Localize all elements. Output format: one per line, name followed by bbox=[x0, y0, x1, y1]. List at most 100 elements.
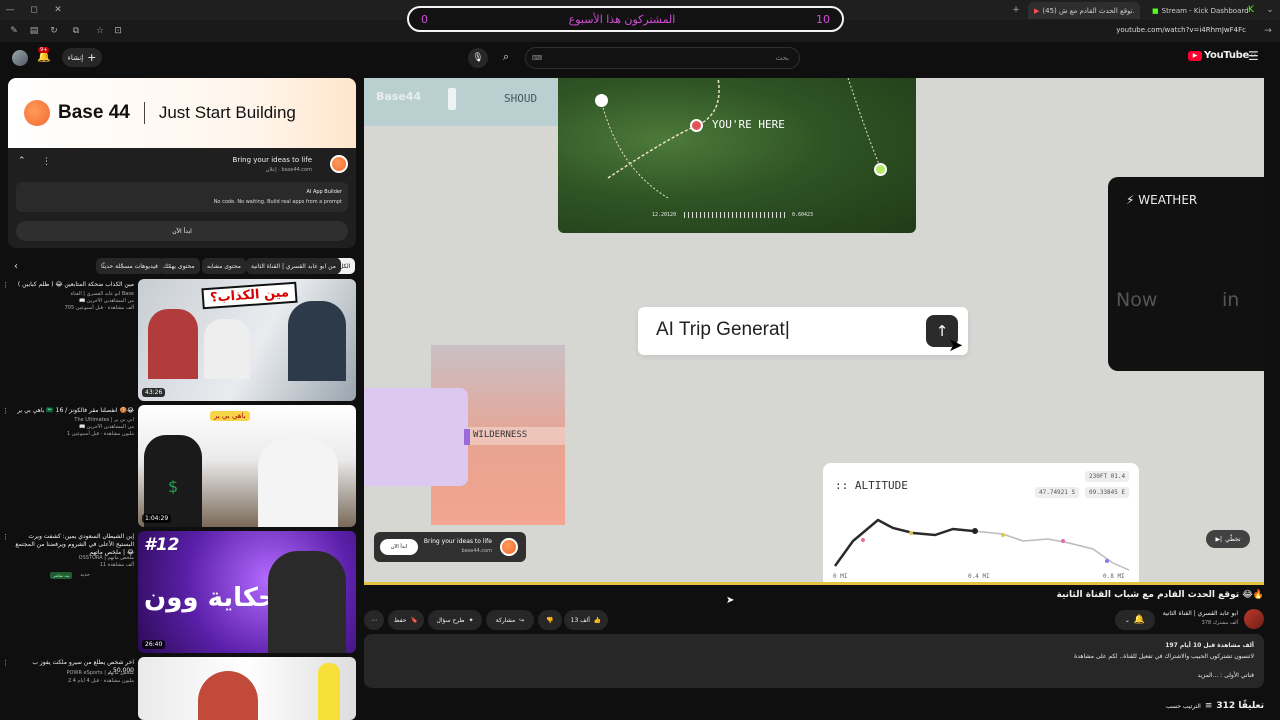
kick-favicon-icon: ■ bbox=[1152, 6, 1159, 15]
ad-divider bbox=[143, 102, 145, 124]
player-ad-site: base44.com bbox=[461, 548, 492, 554]
ad-cta-button[interactable]: ابدأ الآن bbox=[16, 221, 348, 241]
ask-button[interactable]: طرح سؤال ✦ bbox=[428, 610, 482, 630]
search-icon[interactable]: ⌕ bbox=[503, 50, 509, 64]
video-title[interactable]: مين الكذاب ضحكة المتابعين 😂 ( ظلم كبابين… bbox=[10, 281, 134, 289]
create-button[interactable]: إنشاء + bbox=[62, 48, 102, 67]
channel-avatar[interactable] bbox=[1244, 609, 1264, 629]
keyboard-icon[interactable]: ⌨ bbox=[532, 54, 542, 62]
chip-channel[interactable]: من ابو عابد القسري | القناة الثانية bbox=[246, 258, 341, 274]
altitude-x1: 0.4 MI bbox=[968, 573, 990, 580]
video-description[interactable]: 197 ألف مشاهدة قبل 10 أيام لاتنسون تشترك… bbox=[364, 634, 1264, 688]
window-minimize-icon[interactable]: — bbox=[4, 4, 16, 16]
url-field[interactable]: youtube.com/watch?v=i4RhmJwF4Fc bbox=[1116, 26, 1246, 34]
tab-search-icon[interactable]: ⌄ bbox=[1264, 4, 1276, 16]
thumb-person bbox=[204, 319, 250, 379]
youtube-logo[interactable]: ▶ YouTube SA bbox=[1188, 50, 1256, 61]
video-more-icon[interactable]: ⋮ bbox=[2, 407, 9, 415]
video-thumbnail[interactable]: مين الكذاب؟ 43:26 bbox=[138, 279, 356, 401]
description-more[interactable]: قناتي الأولى : ...المزيد bbox=[1197, 672, 1254, 679]
chip-recent[interactable]: فيديوهات مسجّلة حديثًا bbox=[96, 258, 163, 274]
more-actions-icon[interactable]: ⋯ bbox=[364, 610, 384, 630]
chip-similar[interactable]: محتوى مشابه bbox=[202, 258, 246, 274]
map-trail-svg bbox=[600, 78, 882, 199]
banner-right-number: 10 bbox=[815, 12, 830, 26]
ad-product-box[interactable]: AI App Builder No code. No waiting. Buil… bbox=[16, 182, 348, 212]
subscriber-count: 378 ألف مشترك bbox=[1201, 620, 1238, 626]
sparkle-icon: ✦ bbox=[468, 616, 474, 624]
kick-extension-icon[interactable]: K bbox=[1245, 4, 1257, 16]
video-extra: جديد bbox=[80, 572, 90, 578]
video-channel[interactable]: POWR eSports | ملخص ماتهم bbox=[10, 670, 134, 677]
window-maximize-icon[interactable]: ◻ bbox=[28, 4, 40, 16]
ad-advertiser-icon[interactable] bbox=[330, 155, 348, 173]
ad-banner-image[interactable]: Base 44 Just Start Building bbox=[8, 78, 356, 148]
site-info-icon[interactable]: ⊡ bbox=[112, 25, 124, 37]
player-ad-cta[interactable]: ابدأ الآن bbox=[380, 539, 418, 555]
video-meta: 705 ألف مشاهدة · قبل أسبوعين bbox=[64, 305, 134, 311]
sponsored-ad-card: Base 44 Just Start Building ⌃ ⋮ Bring yo… bbox=[8, 78, 356, 248]
like-button[interactable]: 13 ألف 👍 bbox=[564, 610, 608, 630]
video-channel[interactable]: ابو عابد القسري | القناة Base bbox=[10, 291, 134, 298]
video-player[interactable]: Base44 SHOUD YOU'RE HERE 12.20120 0.6042… bbox=[364, 78, 1264, 584]
browser-back-icon[interactable]: → bbox=[1262, 25, 1274, 37]
ad-collapse-icon[interactable]: ⌃ bbox=[18, 156, 26, 166]
voice-search-icon[interactable]: 🎙 bbox=[468, 48, 488, 68]
avatar[interactable] bbox=[12, 50, 28, 66]
video-channel[interactable]: The Ultimates | ابي بي ير bbox=[10, 417, 134, 424]
save-label: حفظ bbox=[394, 616, 407, 624]
thumb-episode-number: #12 bbox=[144, 535, 180, 555]
video-thumbnail[interactable]: باهي بي ير $ 1:04:29 bbox=[138, 405, 356, 527]
weather-now: Now bbox=[1116, 289, 1158, 311]
ad-title[interactable]: Bring your ideas to life bbox=[233, 156, 312, 164]
skip-icon: ▶| bbox=[1215, 535, 1223, 543]
like-count: 13 ألف bbox=[570, 616, 590, 624]
shoud-panel: Base44 SHOUD bbox=[364, 78, 558, 126]
extension-icon[interactable]: ✎ bbox=[8, 25, 20, 37]
video-main-title: توقع الحدث القادم مع شباب القناة الثانية… bbox=[1056, 590, 1264, 600]
tab-kick[interactable]: ■ Stream - Kick Dashboard bbox=[1146, 2, 1249, 19]
video-title[interactable]: إبن الشيطان السعودي يمين: كشفت ويرث البس… bbox=[10, 533, 134, 557]
sort-icon: ≡ bbox=[1204, 701, 1213, 711]
ad-slogan: Just Start Building bbox=[158, 103, 296, 122]
tab-list-icon[interactable]: ▤ bbox=[28, 25, 40, 37]
chips-prev-icon[interactable]: ‹ bbox=[14, 261, 18, 272]
search-input[interactable]: بحث bbox=[525, 47, 800, 69]
dislike-button[interactable]: 👎 bbox=[538, 610, 562, 630]
altitude-profile-svg bbox=[833, 518, 1130, 571]
player-ad-overlay[interactable]: ابدأ الآن Bring your ideas to life base4… bbox=[374, 532, 526, 562]
player-ad-title: Bring your ideas to life bbox=[423, 538, 492, 545]
map-card: YOU'RE HERE 12.20120 0.60423 bbox=[558, 78, 916, 233]
chip-interest[interactable]: محتوى يهمّك bbox=[158, 258, 200, 274]
description-stats: 197 ألف مشاهدة قبل 10 أيام bbox=[1165, 642, 1254, 649]
thumbs-down-icon: 👎 bbox=[546, 616, 554, 624]
player-progress-bar[interactable] bbox=[364, 582, 1264, 585]
video-thumbnail[interactable]: #12 حكاية وون 26:40 bbox=[138, 531, 356, 653]
save-button[interactable]: حفظ 🔖 bbox=[388, 610, 424, 630]
ask-label: طرح سؤال bbox=[436, 616, 465, 624]
video-thumbnail[interactable] bbox=[138, 657, 356, 720]
share-button[interactable]: مشاركة ↪ bbox=[486, 610, 534, 630]
video-title[interactable]: باهي بي ير 🇸🇦 16 / انفصلنا مقر فالكونز 🍪… bbox=[10, 407, 134, 415]
tab-youtube[interactable]: ▶ (45) توقع الحدث القادم مع ش... bbox=[1028, 2, 1140, 19]
new-tab-icon[interactable]: + bbox=[1010, 4, 1022, 16]
search-placeholder: بحث bbox=[775, 54, 789, 62]
ai-prompt-input[interactable]: AI Trip Generat| ↑ ➤ bbox=[638, 307, 968, 356]
window-close-icon[interactable]: ✕ bbox=[52, 4, 64, 16]
video-more-icon[interactable]: ⋮ bbox=[2, 659, 9, 667]
map-you-are-here: YOU'RE HERE bbox=[712, 118, 785, 131]
sort-comments-button[interactable]: الترتيب حسب ≡ bbox=[1166, 701, 1212, 711]
refresh-icon[interactable]: ↻ bbox=[48, 25, 60, 37]
video-more-icon[interactable]: ⋮ bbox=[2, 533, 9, 541]
video-channel[interactable]: OSSTORA | ملخص ماتهم bbox=[10, 555, 134, 562]
skip-ad-button[interactable]: ▶| تخطّي bbox=[1206, 530, 1250, 548]
copy-icon[interactable]: ⧉ bbox=[70, 25, 82, 37]
video-more-icon[interactable]: ⋮ bbox=[2, 281, 9, 289]
bookmark-star-icon[interactable]: ☆ bbox=[94, 25, 106, 37]
sort-label: الترتيب حسب bbox=[1166, 702, 1201, 710]
menu-icon[interactable]: ☰ bbox=[1248, 49, 1259, 63]
channel-name[interactable]: ابو عابد القسري | القناة الثانية bbox=[1163, 610, 1238, 617]
subscribed-button[interactable]: ⌄ 🔔 bbox=[1115, 610, 1155, 630]
map-end-marker bbox=[874, 163, 887, 176]
ad-more-icon[interactable]: ⋮ bbox=[42, 157, 51, 167]
